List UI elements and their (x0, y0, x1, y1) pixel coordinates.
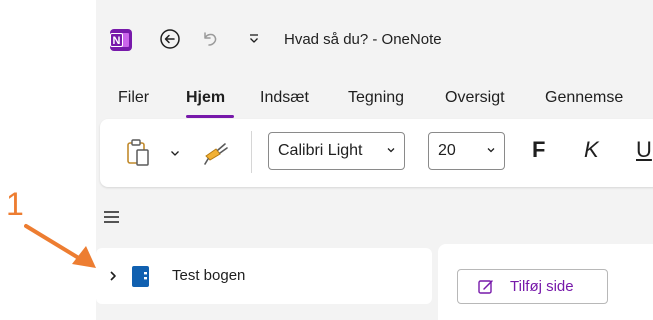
undo-icon[interactable] (197, 26, 223, 52)
font-name-select[interactable]: Calibri Light (268, 132, 405, 170)
paste-icon[interactable] (124, 137, 154, 169)
chevron-down-icon (485, 143, 497, 161)
tab-oversigt[interactable]: Oversigt (445, 89, 505, 107)
tab-filer[interactable]: Filer (118, 89, 149, 107)
active-tab-indicator (186, 115, 234, 118)
bold-button[interactable]: F (532, 137, 545, 163)
ribbon-toolbar: Calibri Light 20 F K U (100, 119, 653, 187)
font-name-value: Calibri Light (278, 142, 363, 159)
window-title: Hvad så du? - OneNote (284, 31, 442, 48)
annotation-arrow-icon (24, 222, 100, 275)
add-page-icon (477, 278, 495, 301)
title-bar: N Hvad så du? - OneNote (96, 0, 653, 80)
quick-access-dropdown-icon[interactable] (241, 26, 267, 52)
chevron-right-icon[interactable] (108, 269, 118, 287)
tab-hjem[interactable]: Hjem (186, 89, 225, 107)
add-page-label: Tilføj side (510, 278, 574, 295)
onenote-logo-icon: N (110, 29, 132, 51)
notebook-item[interactable]: Test bogen (96, 248, 432, 304)
tab-indsaet[interactable]: Indsæt (260, 89, 309, 107)
font-size-select[interactable]: 20 (428, 132, 505, 170)
italic-button[interactable]: K (584, 137, 599, 163)
add-page-button[interactable]: Tilføj side (457, 269, 608, 304)
onenote-window: N Hvad så du? - OneNote Filer Hjem Indsæ… (96, 0, 653, 320)
chevron-down-icon (385, 143, 397, 161)
ribbon-separator (251, 131, 252, 173)
font-size-value: 20 (438, 142, 456, 159)
tab-gennemse[interactable]: Gennemse (545, 89, 623, 107)
back-icon[interactable] (157, 26, 183, 52)
navigation-menu-icon[interactable] (103, 209, 125, 227)
ribbon-tabs: Filer Hjem Indsæt Tegning Oversigt Genne… (96, 85, 653, 119)
annotation-number: 1 (6, 186, 24, 222)
notebook-name: Test bogen (172, 267, 246, 284)
format-painter-icon[interactable] (201, 139, 231, 167)
page-list-pane: Tilføj side (438, 244, 653, 320)
notebook-icon (131, 265, 151, 288)
tab-tegning[interactable]: Tegning (348, 89, 404, 107)
paste-dropdown-icon[interactable] (167, 145, 183, 161)
underline-button[interactable]: U (636, 137, 652, 163)
